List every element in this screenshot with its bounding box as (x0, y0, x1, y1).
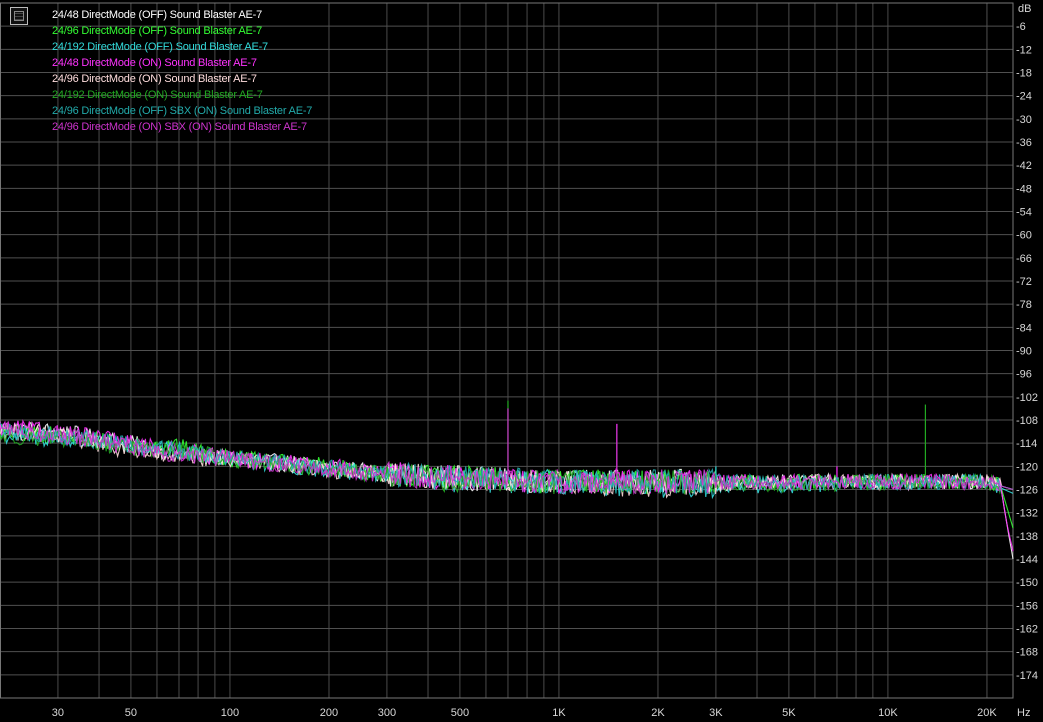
y-tick-label: -156 (1016, 600, 1038, 612)
x-unit-label: Hz (1017, 707, 1030, 719)
y-tick-label: -6 (1016, 21, 1026, 33)
legend-entry: 24/96 DirectMode (OFF) Sound Blaster AE-… (52, 25, 263, 37)
x-tick-label: 200 (320, 707, 338, 719)
y-tick-label: -108 (1016, 415, 1038, 427)
y-tick-label: -96 (1016, 369, 1032, 381)
x-tick-label: 3K (709, 707, 723, 719)
x-tick-label: 5K (782, 707, 796, 719)
legend-toggle-icon[interactable] (10, 7, 28, 25)
y-tick-label: -84 (1016, 322, 1032, 334)
x-tick-label: 50 (125, 707, 137, 719)
legend-entry: 24/96 DirectMode (ON) SBX (ON) Sound Bla… (52, 121, 307, 133)
y-tick-label: -162 (1016, 624, 1038, 636)
legend-entry: 24/96 DirectMode (OFF) SBX (ON) Sound Bl… (52, 105, 313, 117)
x-tick-label: 100 (221, 707, 239, 719)
y-tick-label: -60 (1016, 230, 1032, 242)
y-tick-label: -144 (1016, 554, 1038, 566)
y-tick-label: -66 (1016, 253, 1032, 265)
y-tick-label: -78 (1016, 299, 1032, 311)
x-tick-label: 1K (552, 707, 566, 719)
y-tick-label: -126 (1016, 485, 1038, 497)
legend-entry: 24/48 DirectMode (OFF) Sound Blaster AE-… (52, 9, 263, 21)
y-tick-label: -42 (1016, 160, 1032, 172)
y-unit-label: dB (1018, 3, 1031, 15)
y-tick-label: -120 (1016, 461, 1038, 473)
y-tick-label: -132 (1016, 508, 1038, 520)
legend-entry: 24/192 DirectMode (ON) Sound Blaster AE-… (52, 89, 263, 101)
y-tick-label: -18 (1016, 68, 1032, 80)
y-tick-label: -114 (1016, 438, 1037, 450)
y-tick-label: -72 (1016, 276, 1032, 288)
x-tick-label: 10K (878, 707, 898, 719)
x-tick-label: 30 (52, 707, 64, 719)
x-tick-label: 500 (451, 707, 469, 719)
y-tick-label: -102 (1016, 392, 1038, 404)
y-tick-label: -150 (1016, 577, 1038, 589)
legend-entry: 24/192 DirectMode (OFF) Sound Blaster AE… (52, 41, 268, 53)
y-tick-label: -90 (1016, 346, 1032, 358)
legend-list: 24/48 DirectMode (OFF) Sound Blaster AE-… (52, 7, 312, 135)
y-tick-label: -168 (1016, 647, 1038, 659)
y-tick-label: -174 (1016, 670, 1038, 682)
y-tick-label: -48 (1016, 183, 1032, 195)
y-tick-label: -30 (1016, 114, 1032, 126)
y-tick-label: -36 (1016, 137, 1032, 149)
x-tick-label: 20K (977, 707, 997, 719)
y-tick-label: -54 (1016, 207, 1032, 219)
legend-entry: 24/48 DirectMode (ON) Sound Blaster AE-7 (52, 57, 257, 69)
x-tick-label: 2K (651, 707, 665, 719)
x-tick-label: 300 (378, 707, 396, 719)
y-tick-label: -12 (1016, 44, 1032, 56)
y-tick-label: -24 (1016, 91, 1032, 103)
legend-entry: 24/96 DirectMode (ON) Sound Blaster AE-7 (52, 73, 257, 85)
y-tick-label: -138 (1016, 531, 1038, 543)
